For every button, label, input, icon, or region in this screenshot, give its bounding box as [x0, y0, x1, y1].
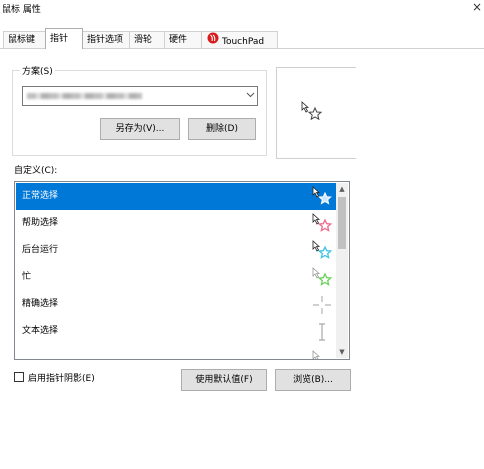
- text-select-cursor-icon: [311, 321, 333, 343]
- tab-pointer-options[interactable]: 指针选项: [82, 31, 130, 48]
- tab-touchpad[interactable]: TouchPad: [201, 31, 278, 48]
- browse-button[interactable]: 浏览(B)...: [275, 369, 351, 391]
- tab-label: 指针选项: [87, 35, 124, 45]
- scheme-label: 方案(S): [20, 64, 55, 77]
- delete-button[interactable]: 删除(D): [188, 118, 256, 140]
- tab-mouse-buttons[interactable]: 鼠标键: [3, 31, 46, 48]
- cursor-role-label: 后台运行: [22, 245, 59, 255]
- list-item[interactable]: 帮助选择: [16, 210, 337, 237]
- cursor-role-label: 忙: [22, 272, 32, 282]
- customize-label: 自定义(C):: [14, 166, 58, 176]
- use-default-button[interactable]: 使用默认值(F): [181, 369, 267, 391]
- working-in-background-cursor-icon: [311, 240, 333, 262]
- pointer-shadow-checkbox[interactable]: [14, 372, 24, 382]
- scroll-thumb[interactable]: [338, 197, 346, 249]
- tab-label: TouchPad: [222, 37, 265, 47]
- list-item[interactable]: 后台运行: [16, 237, 337, 264]
- precision-select-cursor-icon: [311, 294, 333, 316]
- normal-select-cursor-icon: [300, 100, 324, 127]
- tab-hardware[interactable]: 硬件: [164, 31, 202, 48]
- tab-label: 硬件: [169, 35, 188, 45]
- close-icon[interactable]: ×: [470, 0, 484, 14]
- normal-select-cursor-icon: [311, 186, 333, 208]
- cursor-list[interactable]: 正常选择 帮助选择 后台运行 忙 精确选择 文本选择 ▲ ▼: [14, 181, 350, 360]
- busy-cursor-icon: [311, 267, 333, 289]
- cursor-role-label: 帮助选择: [22, 218, 59, 228]
- tab-label: 滑轮: [134, 35, 153, 45]
- cursor-role-label: 文本选择: [22, 326, 59, 336]
- scroll-down-icon[interactable]: ▼: [336, 346, 348, 358]
- scheme-value-obscured: [27, 93, 142, 99]
- list-scrollbar[interactable]: ▲ ▼: [336, 183, 348, 358]
- tab-wheel[interactable]: 滑轮: [129, 31, 165, 48]
- list-item-partial[interactable]: [16, 345, 337, 359]
- window-title: 鼠标 属性: [2, 5, 41, 15]
- list-item[interactable]: 正常选择: [16, 183, 337, 210]
- tab-pointers[interactable]: 指针: [45, 28, 83, 49]
- list-item[interactable]: 精确选择: [16, 291, 337, 318]
- chevron-down-icon[interactable]: [242, 86, 258, 106]
- pointer-shadow-label: 启用指针阴影(E): [28, 374, 95, 384]
- cursor-role-label: 正常选择: [22, 191, 59, 201]
- save-as-button[interactable]: 另存为(V)...: [100, 118, 180, 140]
- scheme-group: [12, 70, 267, 156]
- help-select-cursor-icon: [311, 213, 333, 235]
- cursor-icon: [311, 347, 333, 359]
- list-item[interactable]: 忙: [16, 264, 337, 291]
- tab-label: 鼠标键: [8, 35, 36, 45]
- tab-label: 指针: [50, 34, 69, 44]
- cursor-role-label: 精确选择: [22, 299, 59, 309]
- scroll-up-icon[interactable]: ▲: [336, 183, 348, 195]
- list-item[interactable]: 文本选择: [16, 318, 337, 345]
